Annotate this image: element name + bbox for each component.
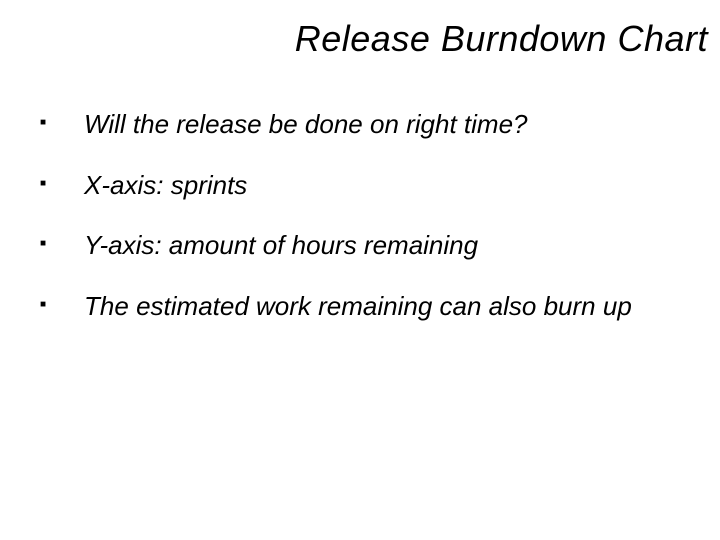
bullet-text: The estimated work remaining can also bu… (84, 290, 632, 323)
list-item: ■ Will the release be done on right time… (40, 108, 690, 141)
bullet-icon: ■ (40, 118, 46, 128)
slide-title: Release Burndown Chart (295, 18, 708, 60)
bullet-text: Will the release be done on right time? (84, 108, 527, 141)
bullet-icon: ■ (40, 300, 46, 310)
bullet-icon: ■ (40, 179, 46, 189)
list-item: ■ Y-axis: amount of hours remaining (40, 229, 690, 262)
bullet-text: X-axis: sprints (84, 169, 247, 202)
list-item: ■ X-axis: sprints (40, 169, 690, 202)
bullet-icon: ■ (40, 239, 46, 249)
bullet-text: Y-axis: amount of hours remaining (84, 229, 478, 262)
bullet-list: ■ Will the release be done on right time… (40, 108, 690, 350)
list-item: ■ The estimated work remaining can also … (40, 290, 690, 323)
